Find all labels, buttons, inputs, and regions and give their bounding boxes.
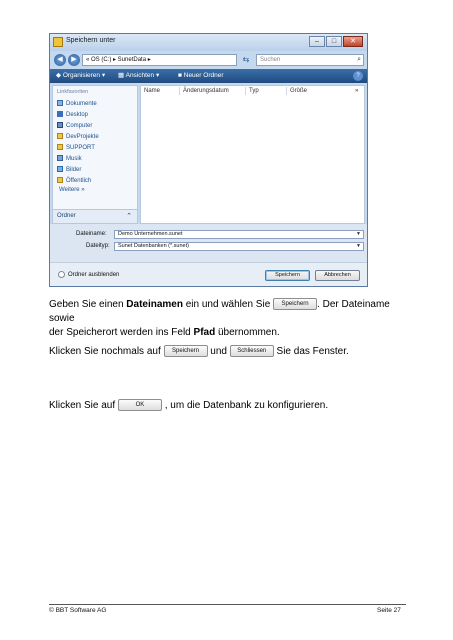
- filename-input[interactable]: Demo Unternehmen.sunet ▼: [114, 230, 364, 239]
- new-folder-label: Neuer Ordner: [183, 72, 224, 79]
- dialog-title: Speichern unter: [66, 37, 116, 44]
- chevron-down-icon: ▾: [101, 72, 106, 79]
- column-divider: [245, 87, 246, 95]
- column-divider: [286, 87, 287, 95]
- new-folder-icon: ■: [178, 72, 182, 79]
- nav-item-support[interactable]: SUPPORT: [57, 143, 95, 153]
- inline-save-button: Speichern: [163, 345, 208, 358]
- nav-item-desktop[interactable]: Desktop: [57, 110, 88, 120]
- footer-copyright: © BBT Software AG: [49, 607, 107, 614]
- save-button[interactable]: Speichern: [265, 270, 310, 281]
- nav-item-dokumente[interactable]: Dokumente: [57, 99, 97, 109]
- filetype-select[interactable]: Sunet Datenbanken (*.sunet) ▼: [114, 242, 364, 251]
- file-list-pane: Name Änderungsdatum Typ Größe »: [140, 85, 365, 224]
- cancel-button[interactable]: Abbrechen: [315, 270, 360, 281]
- nav-item-bilder[interactable]: Bilder: [57, 165, 81, 175]
- documents-icon: [57, 100, 63, 107]
- nav-item-computer[interactable]: Computer: [57, 121, 92, 131]
- nav-item-musik[interactable]: Musik: [57, 154, 82, 164]
- folder-icon: [57, 144, 63, 151]
- search-placeholder: Suchen: [260, 57, 281, 63]
- forward-arrow-icon[interactable]: ▶: [68, 54, 80, 66]
- address-bar[interactable]: « OS (C:) ▸ SunetData ▸: [82, 54, 237, 66]
- instruction-paragraph-3: Klicken Sie auf OK , um die Datenbank zu…: [49, 399, 329, 412]
- address-row: ◀ ▶ « OS (C:) ▸ SunetData ▸ ⇆ Suchen ⌕: [50, 51, 367, 69]
- minimize-button[interactable]: –: [309, 36, 325, 47]
- filename-label: Dateiname:: [76, 231, 107, 237]
- desktop-icon: [57, 111, 63, 118]
- nav-item-devprojekte[interactable]: DevProjekte: [57, 132, 99, 142]
- folder-icon: [57, 133, 63, 140]
- column-divider: [179, 87, 180, 95]
- pictures-icon: [57, 166, 63, 173]
- search-input[interactable]: Suchen ⌕: [256, 54, 364, 66]
- chevron-down-icon: ▼: [356, 231, 361, 237]
- folder-icon: [53, 37, 63, 47]
- close-button[interactable]: ✕: [343, 36, 363, 47]
- columns-more-icon[interactable]: »: [355, 87, 358, 95]
- views-icon: ▦: [118, 72, 125, 79]
- back-arrow-icon[interactable]: ◀: [54, 54, 66, 66]
- bold-filename: Dateinamen: [126, 299, 183, 310]
- maximize-button[interactable]: □: [326, 36, 342, 47]
- chevron-up-icon: ⌃: [126, 213, 132, 220]
- more-link[interactable]: Weitere »: [59, 187, 85, 193]
- instruction-paragraph-1: Geben Sie einen Dateinamen ein und wähle…: [49, 298, 390, 338]
- views-button[interactable]: ▦ Ansichten ▾: [118, 71, 159, 81]
- folder-toggle-label: Ordner: [57, 213, 76, 219]
- organize-label: Organisieren: [62, 72, 101, 79]
- dialog-footer: Ordner ausblenden Speichern Abbrechen: [50, 262, 367, 286]
- title-bar: Speichern unter – □ ✕: [50, 34, 367, 51]
- chevron-down-icon: ▾: [155, 72, 160, 79]
- toolbar: ◆ Organisieren ▾ ▦ Ansichten ▾ ■ Neuer O…: [50, 69, 367, 83]
- chevron-down-icon: ▼: [356, 243, 361, 249]
- column-modified[interactable]: Änderungsdatum: [183, 87, 229, 95]
- help-icon[interactable]: ?: [353, 71, 363, 81]
- footer-page-number: Seite 27: [377, 607, 401, 614]
- inline-close-button: Schliessen: [229, 345, 274, 358]
- hide-folders-toggle[interactable]: Ordner ausblenden: [58, 271, 119, 279]
- bold-pfad: Pfad: [193, 327, 216, 338]
- search-icon: ⌕: [357, 56, 361, 63]
- music-icon: [57, 155, 63, 162]
- save-as-dialog: Speichern unter – □ ✕ ◀ ▶ « OS (C:) ▸ Su…: [49, 33, 368, 287]
- computer-icon: [57, 122, 63, 129]
- organize-icon: ◆: [56, 72, 61, 79]
- organize-button[interactable]: ◆ Organisieren ▾: [56, 71, 105, 81]
- inline-ok-button: OK: [117, 399, 162, 412]
- new-folder-button[interactable]: ■ Neuer Ordner: [178, 71, 224, 81]
- instruction-paragraph-2: Klicken Sie nochmals auf Speichern und S…: [49, 345, 349, 358]
- column-type[interactable]: Typ: [249, 87, 259, 95]
- inline-save-button: Speichern: [273, 298, 318, 311]
- views-label: Ansichten: [125, 72, 155, 79]
- column-name[interactable]: Name: [144, 87, 160, 95]
- filetype-label: Dateityp:: [86, 243, 110, 249]
- nav-heading: Linkfavoriten: [57, 89, 89, 95]
- filename-section: Dateiname: Demo Unternehmen.sunet ▼ Date…: [50, 224, 367, 262]
- folder-toggle-bar[interactable]: Ordner ⌃: [53, 209, 137, 223]
- nav-item-oeffentlich[interactable]: Öffentlich: [57, 176, 91, 186]
- folder-icon: [57, 177, 63, 184]
- chevron-up-icon: [58, 271, 65, 278]
- refresh-icon[interactable]: ⇆: [239, 54, 253, 66]
- column-size[interactable]: Größe: [290, 87, 307, 95]
- navigation-pane: Linkfavoriten Dokumente Desktop Computer…: [52, 85, 138, 224]
- footer-divider: [49, 604, 406, 605]
